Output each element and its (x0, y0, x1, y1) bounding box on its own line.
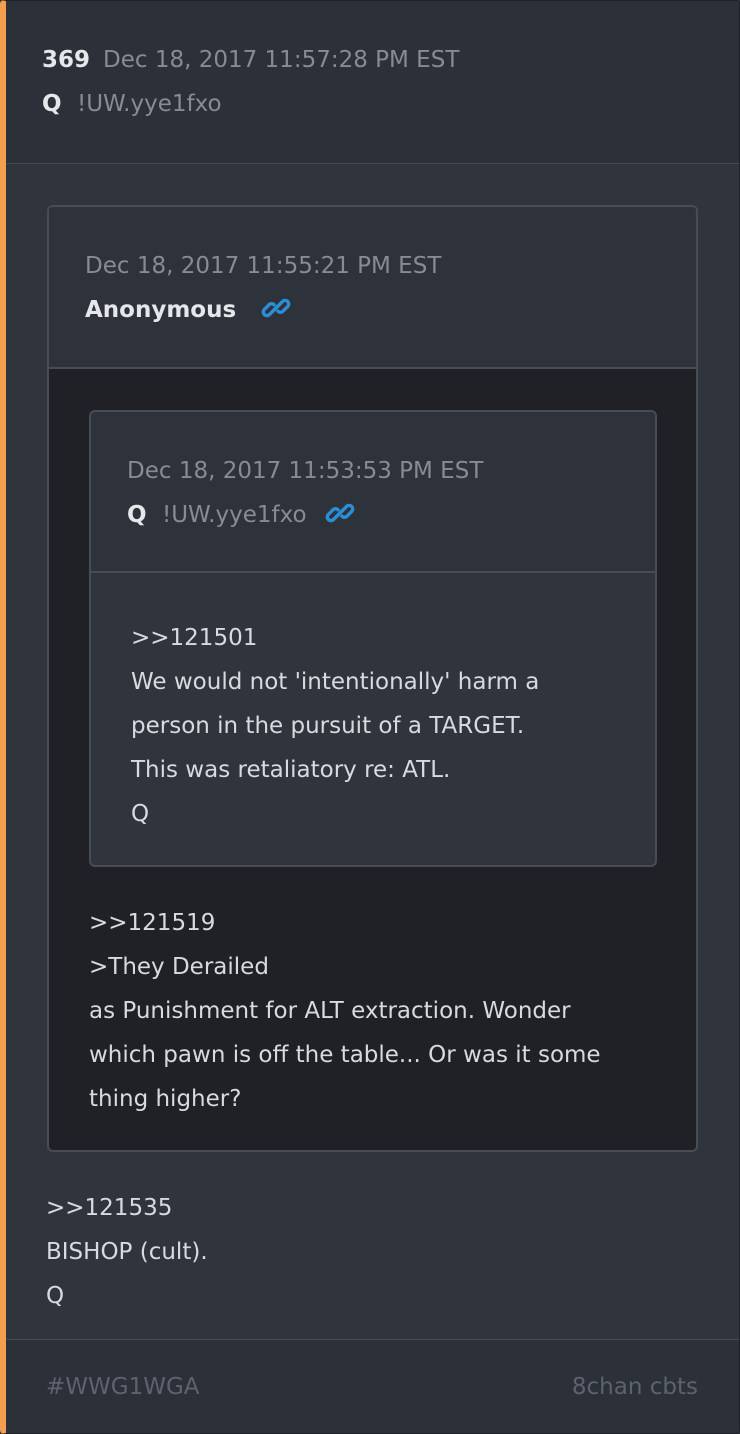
nested-quote-tripcode: !UW.yye1fxo (162, 502, 307, 528)
quoted-post-header: Dec 18, 2017 11:55:21 PM EST Anonymous (49, 207, 696, 369)
post-footer: #WWG1WGA 8chan cbts (6, 1339, 739, 1433)
body-line: thing higher? (89, 1086, 242, 1112)
post-header: 369 Dec 18, 2017 11:57:28 PM EST Q !UW.y… (6, 1, 739, 164)
link-icon[interactable] (261, 293, 291, 327)
body-line: Q (46, 1283, 65, 1309)
reply-link[interactable]: >>121501 (131, 616, 539, 660)
post-number: 369 (42, 47, 91, 73)
body-line: person in the pursuit of a TARGET. (131, 713, 525, 739)
body-line: BISHOP (cult). (46, 1239, 208, 1265)
nested-quote-date: Dec 18, 2017 11:53:53 PM EST (127, 458, 484, 484)
body-line: which pawn is off the table... Or was it… (89, 1042, 601, 1068)
quoted-post-anonymous: Dec 18, 2017 11:55:21 PM EST Anonymous D… (47, 205, 698, 1152)
post-card: 369 Dec 18, 2017 11:57:28 PM EST Q !UW.y… (0, 0, 740, 1434)
reply-link[interactable]: >>121535 (46, 1186, 208, 1230)
nested-quote-body: >>121501 We would not 'intentionally' ha… (131, 616, 539, 836)
reply-link[interactable]: >>121519 (89, 901, 601, 945)
body-line: >They Derailed (89, 954, 269, 980)
quoted-post-author: Anonymous (85, 297, 237, 323)
quoted-post-body: >>121519 >They Derailed as Punishment fo… (89, 901, 601, 1121)
body-line: as Punishment for ALT extraction. Wonder (89, 998, 571, 1024)
body-line: This was retaliatory re: ATL. (131, 757, 451, 783)
post-date: Dec 18, 2017 11:57:28 PM EST (103, 47, 460, 73)
post-tripcode: !UW.yye1fxo (77, 91, 222, 117)
source-label: 8chan cbts (571, 1374, 698, 1400)
post-body: >>121535 BISHOP (cult). Q (46, 1186, 208, 1318)
link-icon[interactable] (325, 498, 355, 532)
post-author: Q (42, 91, 62, 117)
quoted-post-q: Dec 18, 2017 11:53:53 PM EST Q !UW.yye1f… (89, 410, 657, 867)
hashtag-label: #WWG1WGA (46, 1374, 200, 1400)
quoted-post-date: Dec 18, 2017 11:55:21 PM EST (85, 253, 442, 279)
body-line: Q (131, 801, 150, 827)
body-line: We would not 'intentionally' harm a (131, 669, 540, 695)
nested-quote-header: Dec 18, 2017 11:53:53 PM EST Q !UW.yye1f… (91, 412, 655, 573)
nested-quote-author: Q (127, 502, 147, 528)
